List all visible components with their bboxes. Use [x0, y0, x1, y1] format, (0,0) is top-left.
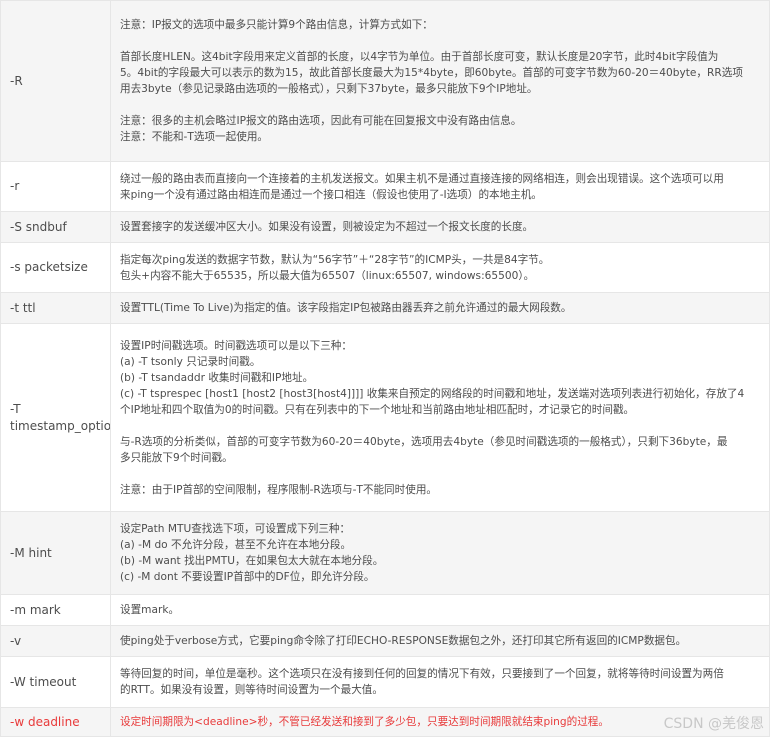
- text-line: 设定Path MTU查找选下项，可设置成下列三种：: [120, 523, 351, 535]
- description-cell: 设置套接字的发送缓冲区大小。如果没有设置，则被设定为不超过一个报文长度的长度。: [110, 211, 770, 243]
- table-row: -M hint 设定Path MTU查找选下项，可设置成下列三种： (a) -M…: [0, 511, 770, 595]
- description-cell: 指定每次ping发送的数据字节数，默认为“56字节”＋“28字节”的ICMP头，…: [110, 242, 770, 293]
- option-name: -W timeout: [10, 674, 77, 689]
- option-cell: -v: [0, 625, 111, 657]
- paragraph: 注意：由于IP首部的空间限制，程序限制-R选项与-T不能同时使用。: [120, 482, 763, 498]
- table-row: -v 使ping处于verbose方式，它要ping命令除了打印ECHO-RES…: [0, 625, 770, 657]
- watermark: CSDN @羌俊恩: [663, 716, 764, 732]
- table-row: -R 注意：IP报文的选项中最多只能计算9个路由信息，计算方式如下： 首部长度H…: [0, 0, 770, 162]
- text-line: (a) -T tsonly 只记录时间戳。: [120, 355, 261, 368]
- option-cell: -M hint: [0, 511, 111, 595]
- ping-options-table: -R 注意：IP报文的选项中最多只能计算9个路由信息，计算方式如下： 首部长度H…: [0, 0, 770, 737]
- table-row: -s packetsize 指定每次ping发送的数据字节数，默认为“56字节”…: [0, 242, 770, 293]
- option-cell: -s packetsize: [0, 242, 111, 293]
- text-line: 指定每次ping发送的数据字节数，默认为“56字节”＋“28字节”的ICMP头，…: [120, 253, 550, 266]
- text-line: (b) -M want 找出PMTU，在如果包太大就在本地分段。: [120, 555, 384, 567]
- paragraph: 设置套接字的发送缓冲区大小。如果没有设置，则被设定为不超过一个报文长度的长度。: [120, 219, 763, 235]
- text-line: 注意：IP报文的选项中最多只能计算9个路由信息，计算方式如下：: [120, 19, 433, 31]
- option-name: -M hint: [10, 545, 52, 560]
- option-cell: -S sndbuf: [0, 211, 111, 243]
- option-cell: -m mark: [0, 594, 111, 626]
- paragraph: 注意：IP报文的选项中最多只能计算9个路由信息，计算方式如下：: [120, 17, 763, 33]
- text-line: (c) -T tsprespec [host1 [host2 [host3[ho…: [120, 387, 745, 400]
- table-row: -w deadline 设定时间期限为<deadline>秒，不管已经发送和接到…: [0, 707, 770, 737]
- paragraph: 绕过一般的路由表而直接向一个连接着的主机发送报文。如果主机不是通过直接连接的网络…: [120, 171, 763, 203]
- table-row: -r 绕过一般的路由表而直接向一个连接着的主机发送报文。如果主机不是通过直接连接…: [0, 161, 770, 212]
- text-line: 设置TTL(Time To Live)为指定的值。该字段指定IP包被路由器丢弃之…: [120, 302, 572, 314]
- paragraph: 与-R选项的分析类似，首部的可变字节数为60-20＝40byte，选项用去4by…: [120, 434, 763, 466]
- text-line: 等待回复的时间，单位是毫秒。这个选项只在没有接到任何的回复的情况下有效，只要接到…: [120, 668, 724, 680]
- option-cell: -w deadline: [0, 707, 111, 737]
- description-cell: 绕过一般的路由表而直接向一个连接着的主机发送报文。如果主机不是通过直接连接的网络…: [110, 161, 770, 212]
- text-line: 来ping一个没有通过路由相连而是通过一个接口相连（假设也使用了-I选项）的本地…: [120, 188, 543, 201]
- text-line: 的RTT。如果没有设置，则等待时间设置为一个最大值。: [120, 684, 383, 696]
- option-name: -R: [10, 73, 23, 88]
- paragraph: 设定Path MTU查找选下项，可设置成下列三种： (a) -M do 不允许分…: [120, 521, 763, 585]
- description-cell: 等待回复的时间，单位是毫秒。这个选项只在没有接到任何的回复的情况下有效，只要接到…: [110, 656, 770, 708]
- text-line: 个IP地址和四个取值为0的时间戳。只有在列表中的下一个地址和当前路由地址相匹配时…: [120, 403, 635, 416]
- text-line: 首部长度HLEN。这4bit字段用来定义首部的长度，以4字节为单位。由于首部长度…: [120, 51, 719, 63]
- text-line: 用去3byte（参见记录路由选项的一般格式），只剩下37byte，最多只能放下9…: [120, 83, 538, 95]
- option-name: -m mark: [10, 602, 61, 617]
- paragraph: 指定每次ping发送的数据字节数，默认为“56字节”＋“28字节”的ICMP头，…: [120, 252, 763, 284]
- text-line: 注意：由于IP首部的空间限制，程序限制-R选项与-T不能同时使用。: [120, 483, 438, 496]
- table-row: -m mark 设置mark。: [0, 594, 770, 626]
- option-name: timestamp_option: [10, 418, 110, 433]
- paragraph: 首部长度HLEN。这4bit字段用来定义首部的长度，以4字节为单位。由于首部长度…: [120, 49, 763, 97]
- text-line: 多只能放下9个时间戳。: [120, 451, 233, 464]
- paragraph: 设置IP时间戳选项。时间戳选项可以是以下三种： (a) -T tsonly 只记…: [120, 338, 763, 418]
- text-line: 注意：很多的主机会略过IP报文的路由选项，因此有可能在回复报文中没有路由信息。: [120, 115, 522, 127]
- table-row: -W timeout 等待回复的时间，单位是毫秒。这个选项只在没有接到任何的回复…: [0, 656, 770, 708]
- option-name: -T: [10, 401, 21, 416]
- text-line: 绕过一般的路由表而直接向一个连接着的主机发送报文。如果主机不是通过直接连接的网络…: [120, 172, 724, 185]
- option-name: -S sndbuf: [10, 219, 67, 234]
- text-line: 5。4bit的字段最大可以表示的数为15，故此首部长度最大为15*4byte，即…: [120, 67, 743, 79]
- paragraph: 等待回复的时间，单位是毫秒。这个选项只在没有接到任何的回复的情况下有效，只要接到…: [120, 666, 763, 698]
- option-cell: -t ttl: [0, 292, 111, 324]
- paragraph: 使ping处于verbose方式，它要ping命令除了打印ECHO-RESPON…: [120, 633, 763, 649]
- table-row: -T timestamp_option 设置IP时间戳选项。时间戳选项可以是以下…: [0, 323, 770, 512]
- table-row: -S sndbuf 设置套接字的发送缓冲区大小。如果没有设置，则被设定为不超过一…: [0, 211, 770, 243]
- option-name: -t ttl: [10, 300, 36, 315]
- option-name: -s packetsize: [10, 260, 88, 274]
- option-cell: -r: [0, 161, 111, 212]
- text-line: 设置mark。: [120, 604, 180, 616]
- paragraph: 注意：很多的主机会略过IP报文的路由选项，因此有可能在回复报文中没有路由信息。 …: [120, 113, 763, 145]
- paragraph: 设置TTL(Time To Live)为指定的值。该字段指定IP包被路由器丢弃之…: [120, 300, 763, 316]
- option-cell: -W timeout: [0, 656, 111, 708]
- description-cell: 设置IP时间戳选项。时间戳选项可以是以下三种： (a) -T tsonly 只记…: [110, 323, 770, 512]
- text-line: (b) -T tsandaddr 收集时间戳和IP地址。: [120, 371, 314, 384]
- description-cell: 注意：IP报文的选项中最多只能计算9个路由信息，计算方式如下： 首部长度HLEN…: [110, 0, 770, 162]
- table-row: -t ttl 设置TTL(Time To Live)为指定的值。该字段指定IP包…: [0, 292, 770, 324]
- description-cell: 使ping处于verbose方式，它要ping命令除了打印ECHO-RESPON…: [110, 625, 770, 657]
- option-cell: -R: [0, 0, 111, 162]
- description-cell: 设定Path MTU查找选下项，可设置成下列三种： (a) -M do 不允许分…: [110, 511, 770, 595]
- text-line: 包头+内容不能大于65535，所以最大值为65507（linux:65507, …: [120, 269, 535, 282]
- text-line: 使ping处于verbose方式，它要ping命令除了打印ECHO-RESPON…: [120, 635, 687, 647]
- option-cell: -T timestamp_option: [0, 323, 111, 512]
- option-name: -v: [10, 633, 22, 648]
- text-line: 与-R选项的分析类似，首部的可变字节数为60-20＝40byte，选项用去4by…: [120, 435, 728, 448]
- description-cell: 设置mark。: [110, 594, 770, 626]
- text-line: (a) -M do 不允许分段，甚至不允许在本地分段。: [120, 539, 352, 551]
- text-line: 设置IP时间戳选项。时间戳选项可以是以下三种：: [120, 339, 352, 352]
- text-line: 注意：不能和-T选项一起使用。: [120, 131, 269, 143]
- option-name: -w deadline: [10, 714, 80, 729]
- text-line: (c) -M dont 不要设置IP首部中的DF位，即允许分段。: [120, 571, 375, 583]
- description-cell: 设置TTL(Time To Live)为指定的值。该字段指定IP包被路由器丢弃之…: [110, 292, 770, 324]
- option-name: -r: [10, 179, 20, 193]
- text-line: 设置套接字的发送缓冲区大小。如果没有设置，则被设定为不超过一个报文长度的长度。: [120, 221, 534, 233]
- paragraph: 设置mark。: [120, 602, 763, 618]
